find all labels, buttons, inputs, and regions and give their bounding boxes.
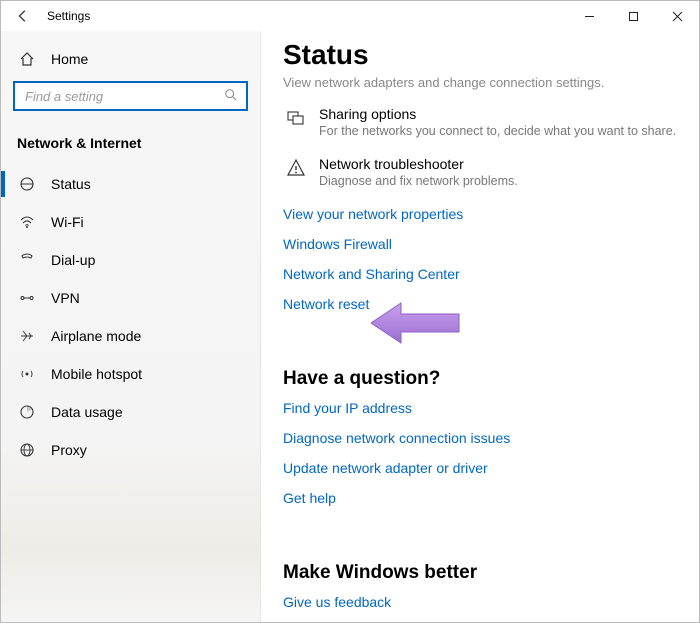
troubleshooter-row[interactable]: Network troubleshooter Diagnose and fix … [283, 156, 677, 188]
status-icon [17, 176, 37, 192]
main-content: Status View network adapters and change … [261, 31, 699, 622]
sidebar-item-label: Data usage [51, 404, 123, 420]
link-get-help[interactable]: Get help [283, 490, 336, 506]
sidebar-item-hotspot[interactable]: Mobile hotspot [1, 355, 260, 393]
vpn-icon [17, 290, 37, 306]
minimize-button[interactable] [567, 1, 611, 31]
titlebar: Settings [1, 1, 699, 31]
proxy-icon [17, 442, 37, 458]
search-field[interactable] [13, 81, 248, 111]
link-network-reset[interactable]: Network reset [283, 296, 369, 312]
sidebar-item-airplane[interactable]: Airplane mode [1, 317, 260, 355]
wifi-icon [17, 214, 37, 230]
sharing-sub: For the networks you connect to, decide … [319, 124, 676, 138]
home-label: Home [51, 51, 88, 67]
dialup-icon [17, 252, 37, 268]
link-update-adapter[interactable]: Update network adapter or driver [283, 460, 488, 476]
hotspot-icon [17, 366, 37, 382]
link-diagnose[interactable]: Diagnose network connection issues [283, 430, 510, 446]
sharing-icon [283, 106, 309, 138]
troubleshooter-title: Network troubleshooter [319, 156, 518, 172]
back-button[interactable] [11, 4, 35, 28]
link-sharing-center[interactable]: Network and Sharing Center [283, 266, 460, 282]
sidebar-item-label: Mobile hotspot [51, 366, 142, 382]
sidebar-item-label: Wi-Fi [51, 214, 84, 230]
sharing-title: Sharing options [319, 106, 676, 122]
airplane-icon [17, 328, 37, 344]
sidebar-item-label: Status [51, 176, 91, 192]
sidebar-item-label: Airplane mode [51, 328, 141, 344]
sidebar-item-datausage[interactable]: Data usage [1, 393, 260, 431]
link-view-properties[interactable]: View your network properties [283, 206, 463, 222]
home-icon [17, 51, 37, 67]
troubleshooter-sub: Diagnose and fix network problems. [319, 174, 518, 188]
datausage-icon [17, 404, 37, 420]
sidebar-item-vpn[interactable]: VPN [1, 279, 260, 317]
sidebar-item-label: Proxy [51, 442, 87, 458]
better-heading: Make Windows better [283, 562, 677, 584]
home-item[interactable]: Home [1, 45, 260, 77]
sharing-options-row[interactable]: Sharing options For the networks you con… [283, 106, 677, 138]
search-icon [224, 88, 238, 105]
sidebar-item-label: VPN [51, 290, 80, 306]
sidebar-item-proxy[interactable]: Proxy [1, 431, 260, 469]
search-input[interactable] [23, 88, 224, 105]
sidebar-item-dialup[interactable]: Dial-up [1, 241, 260, 279]
question-heading: Have a question? [283, 368, 677, 390]
sidebar-item-status[interactable]: Status [1, 165, 260, 203]
maximize-button[interactable] [611, 1, 655, 31]
link-windows-firewall[interactable]: Windows Firewall [283, 236, 392, 252]
sidebar-section-title: Network & Internet [1, 125, 260, 165]
page-title: Status [283, 39, 677, 71]
close-button[interactable] [655, 1, 699, 31]
sidebar-item-label: Dial-up [51, 252, 95, 268]
link-feedback[interactable]: Give us feedback [283, 594, 391, 610]
sidebar: Home Network & Internet Status Wi-Fi [1, 31, 261, 622]
app-title: Settings [47, 9, 90, 23]
warning-icon [283, 156, 309, 188]
link-find-ip[interactable]: Find your IP address [283, 400, 412, 416]
adapter-subtext: View network adapters and change connect… [283, 75, 677, 90]
sidebar-item-wifi[interactable]: Wi-Fi [1, 203, 260, 241]
window-controls [567, 1, 699, 31]
